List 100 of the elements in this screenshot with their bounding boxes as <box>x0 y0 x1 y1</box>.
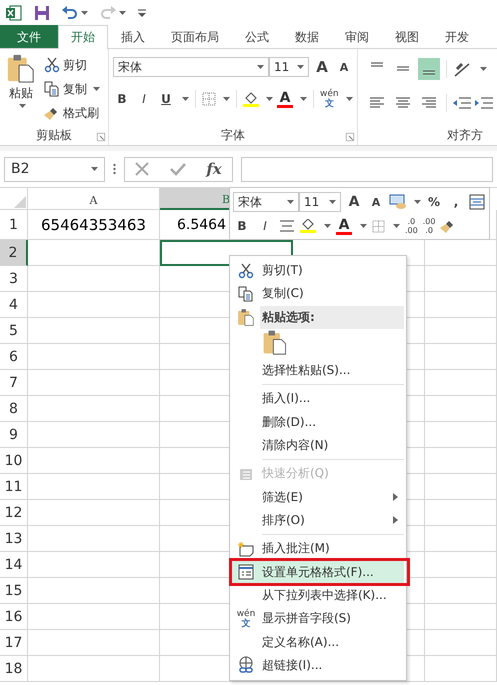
caret-icon[interactable] <box>81 10 88 14</box>
font-name-field[interactable]: 宋体 <box>233 192 299 212</box>
ribbon-tab[interactable]: 数据 <box>282 25 332 48</box>
caret-icon[interactable] <box>297 65 304 69</box>
name-box[interactable]: B2 <box>4 156 105 182</box>
ribbon-tab[interactable]: 公式 <box>232 25 282 48</box>
bold-button[interactable]: B <box>233 215 251 237</box>
caret-icon[interactable] <box>19 104 26 108</box>
font-color-button[interactable]: A <box>277 90 293 108</box>
menu-item[interactable]: 剪切(T) <box>232 259 404 282</box>
row-header[interactable]: 15 <box>0 578 28 604</box>
row-header[interactable]: 13 <box>0 526 28 552</box>
copy-button[interactable]: 复制 <box>44 79 100 99</box>
paste-button[interactable]: 粘贴 <box>4 53 38 125</box>
caret-icon[interactable] <box>300 97 307 101</box>
caret-icon[interactable] <box>480 67 487 71</box>
launcher-icon[interactable] <box>97 133 105 141</box>
caret-icon[interactable] <box>393 224 400 228</box>
font-size-field[interactable]: 11 <box>269 57 309 77</box>
menu-item[interactable]: 筛选(E) <box>232 485 404 509</box>
underline-button[interactable]: U <box>157 88 175 110</box>
format-painter-button[interactable]: 格式刷 <box>44 103 100 123</box>
row-header[interactable]: 11 <box>0 474 28 500</box>
italic-button[interactable]: I <box>135 88 153 110</box>
wrap-icon[interactable] <box>469 194 485 210</box>
excel-logo-icon[interactable] <box>6 4 22 20</box>
row-header[interactable]: 10 <box>0 448 28 474</box>
italic-button[interactable]: I <box>256 215 274 237</box>
increase-decimal-button[interactable]: .0 .00 <box>405 217 418 235</box>
caret-icon[interactable] <box>223 97 230 101</box>
row-header[interactable]: 17 <box>0 630 28 656</box>
bold-button[interactable]: B <box>113 88 131 110</box>
caret-icon[interactable] <box>346 97 353 101</box>
row-header[interactable]: 18 <box>0 656 28 682</box>
increase-indent-icon[interactable] <box>475 96 493 110</box>
menu-item[interactable]: 删除(D)... <box>232 410 404 434</box>
drag-handle-icon[interactable] <box>113 163 116 175</box>
shrink-font-button[interactable]: A <box>367 191 385 213</box>
font-color-button[interactable]: A <box>336 218 352 234</box>
row-header[interactable]: 7 <box>0 370 28 396</box>
ribbon-tab[interactable]: 审阅 <box>332 25 382 48</box>
fill-color-button[interactable] <box>243 92 259 106</box>
menu-item[interactable]: 排序(O) <box>232 508 404 532</box>
grow-font-button[interactable]: A <box>313 56 331 78</box>
caret-icon[interactable] <box>119 10 126 14</box>
customize-icon[interactable] <box>138 8 146 16</box>
phonetic-button[interactable]: wén 文 <box>320 89 339 109</box>
caret-icon[interactable] <box>257 65 264 69</box>
number-format-icon[interactable] <box>389 194 407 210</box>
ribbon-tab[interactable]: 插入 <box>108 25 158 48</box>
fill-color-button[interactable] <box>300 219 316 233</box>
shrink-font-button[interactable]: A <box>335 56 353 78</box>
menu-item[interactable]: 选择性粘贴(S)... <box>232 358 404 382</box>
decrease-decimal-button[interactable]: .00 .0 <box>422 217 436 235</box>
ribbon-tab[interactable]: 页面布局 <box>158 25 232 48</box>
row-header[interactable]: 8 <box>0 396 28 422</box>
menu-item[interactable]: 超链接(I)... <box>232 654 404 678</box>
row-header[interactable]: 14 <box>0 552 28 578</box>
formula-input[interactable] <box>241 156 493 182</box>
font-name-field[interactable]: 宋体 <box>113 57 269 77</box>
caret-icon[interactable] <box>414 200 421 204</box>
align-bottom-icon[interactable] <box>418 58 440 80</box>
comma-button[interactable]: , <box>447 191 465 213</box>
caret-icon[interactable] <box>91 167 98 171</box>
row-header[interactable]: 16 <box>0 604 28 630</box>
caret-icon[interactable] <box>182 97 189 101</box>
caret-icon[interactable] <box>324 224 331 228</box>
row-header[interactable]: 12 <box>0 500 28 526</box>
checkmark-icon[interactable] <box>170 162 186 176</box>
row-header[interactable]: 5 <box>0 318 28 344</box>
row-header[interactable]: 3 <box>0 266 28 292</box>
font-size-field[interactable]: 11 <box>299 192 341 212</box>
ribbon-tab[interactable]: 开发 <box>432 25 482 48</box>
row-header[interactable]: 6 <box>0 344 28 370</box>
percent-button[interactable]: % <box>425 191 443 213</box>
insert-function-button[interactable]: fx <box>206 160 222 178</box>
grow-font-button[interactable]: A <box>345 191 363 213</box>
row-header[interactable]: 4 <box>0 292 28 318</box>
ribbon-tab[interactable]: 开始 <box>58 25 108 49</box>
undo-icon[interactable] <box>62 6 78 20</box>
ribbon-tab[interactable]: 视图 <box>382 25 432 48</box>
cut-button[interactable]: 剪切 <box>44 55 100 75</box>
caret-icon[interactable] <box>287 200 294 204</box>
borders-icon[interactable] <box>372 220 385 232</box>
decrease-indent-icon[interactable] <box>453 96 471 110</box>
caret-icon[interactable] <box>329 200 336 204</box>
borders-icon[interactable] <box>202 92 216 106</box>
row-header[interactable]: 2 <box>0 240 28 266</box>
menu-item[interactable]: 插入批注(M) <box>232 537 404 560</box>
row-header[interactable]: 9 <box>0 422 28 448</box>
menu-item[interactable]: 插入(I)... <box>232 387 404 410</box>
file-tab[interactable]: 文件 <box>0 25 58 48</box>
launcher-icon[interactable] <box>346 133 354 141</box>
caret-icon[interactable] <box>266 97 273 101</box>
menu-item[interactable]: 复制(C) <box>232 282 404 306</box>
caret-icon[interactable] <box>360 224 367 228</box>
align-center-icon[interactable] <box>279 220 295 232</box>
caret-icon[interactable] <box>93 87 100 91</box>
menu-item[interactable]: 清除内容(N) <box>232 434 404 458</box>
menu-item[interactable]: 从下拉列表中选择(K)... <box>232 584 404 608</box>
